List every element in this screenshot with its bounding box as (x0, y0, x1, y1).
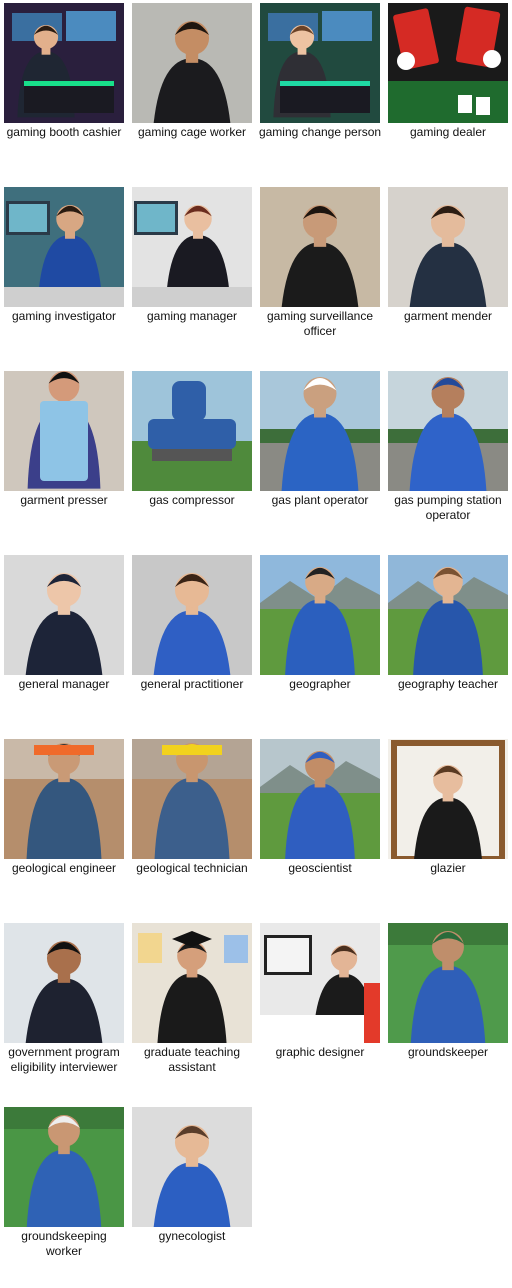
thumbnail-image[interactable] (4, 3, 124, 123)
thumbnail-image[interactable] (4, 555, 124, 675)
image-caption: general practitioner (140, 677, 244, 691)
image-caption: general manager (18, 677, 110, 691)
image-caption: glazier (430, 861, 466, 875)
image-caption: gas pumping station operator (394, 493, 502, 522)
image-caption: geoscientist (288, 861, 352, 875)
thumbnail-image[interactable] (132, 923, 252, 1043)
image-caption: graduate teaching assistant (143, 1045, 241, 1074)
thumbnail-image[interactable] (4, 1107, 124, 1227)
thumbnail-image[interactable] (260, 187, 380, 307)
thumbnail-image[interactable] (388, 923, 508, 1043)
image-caption: gas plant operator (271, 493, 369, 507)
image-caption: garment mender (403, 309, 493, 323)
thumbnail-image[interactable] (388, 187, 508, 307)
thumbnail-image[interactable] (260, 555, 380, 675)
thumbnail-image[interactable] (4, 923, 124, 1043)
image-grid: gaming booth cashier gaming cage worker ga… (0, 0, 512, 1288)
image-caption: groundskeeper (407, 1045, 489, 1059)
image-caption: geological engineer (11, 861, 117, 875)
thumbnail-image[interactable] (4, 371, 124, 491)
thumbnail-image[interactable] (4, 187, 124, 307)
thumbnail-image[interactable] (388, 555, 508, 675)
image-caption: gas compressor (149, 493, 235, 507)
image-caption: gaming cage worker (137, 125, 247, 139)
image-caption: gaming dealer (409, 125, 487, 139)
image-caption: gaming investigator (11, 309, 117, 323)
image-caption: government program eligibility interview… (8, 1045, 120, 1074)
thumbnail-image[interactable] (132, 187, 252, 307)
image-caption: gaming change person (258, 125, 382, 139)
image-caption: geography teacher (397, 677, 499, 691)
thumbnail-image[interactable] (388, 739, 508, 859)
thumbnail-image[interactable] (132, 3, 252, 123)
thumbnail-image[interactable] (4, 739, 124, 859)
image-caption: groundskeeping worker (21, 1229, 107, 1258)
thumbnail-image[interactable] (260, 739, 380, 859)
thumbnail-image[interactable] (260, 923, 380, 1043)
image-caption: gaming booth cashier (6, 125, 122, 139)
thumbnail-image[interactable] (132, 1107, 252, 1227)
image-caption: gaming manager (146, 309, 238, 323)
thumbnail-image[interactable] (132, 739, 252, 859)
image-caption: geological technician (136, 861, 248, 875)
image-caption: gaming surveillance officer (266, 309, 374, 338)
thumbnail-image[interactable] (132, 555, 252, 675)
image-caption: garment presser (20, 493, 108, 507)
thumbnail-image[interactable] (260, 371, 380, 491)
thumbnail-image[interactable] (388, 3, 508, 123)
image-caption: gynecologist (158, 1229, 226, 1243)
image-caption: graphic designer (275, 1045, 365, 1059)
thumbnail-image[interactable] (132, 371, 252, 491)
thumbnail-image[interactable] (260, 3, 380, 123)
thumbnail-image[interactable] (388, 371, 508, 491)
image-caption: geographer (289, 677, 351, 691)
